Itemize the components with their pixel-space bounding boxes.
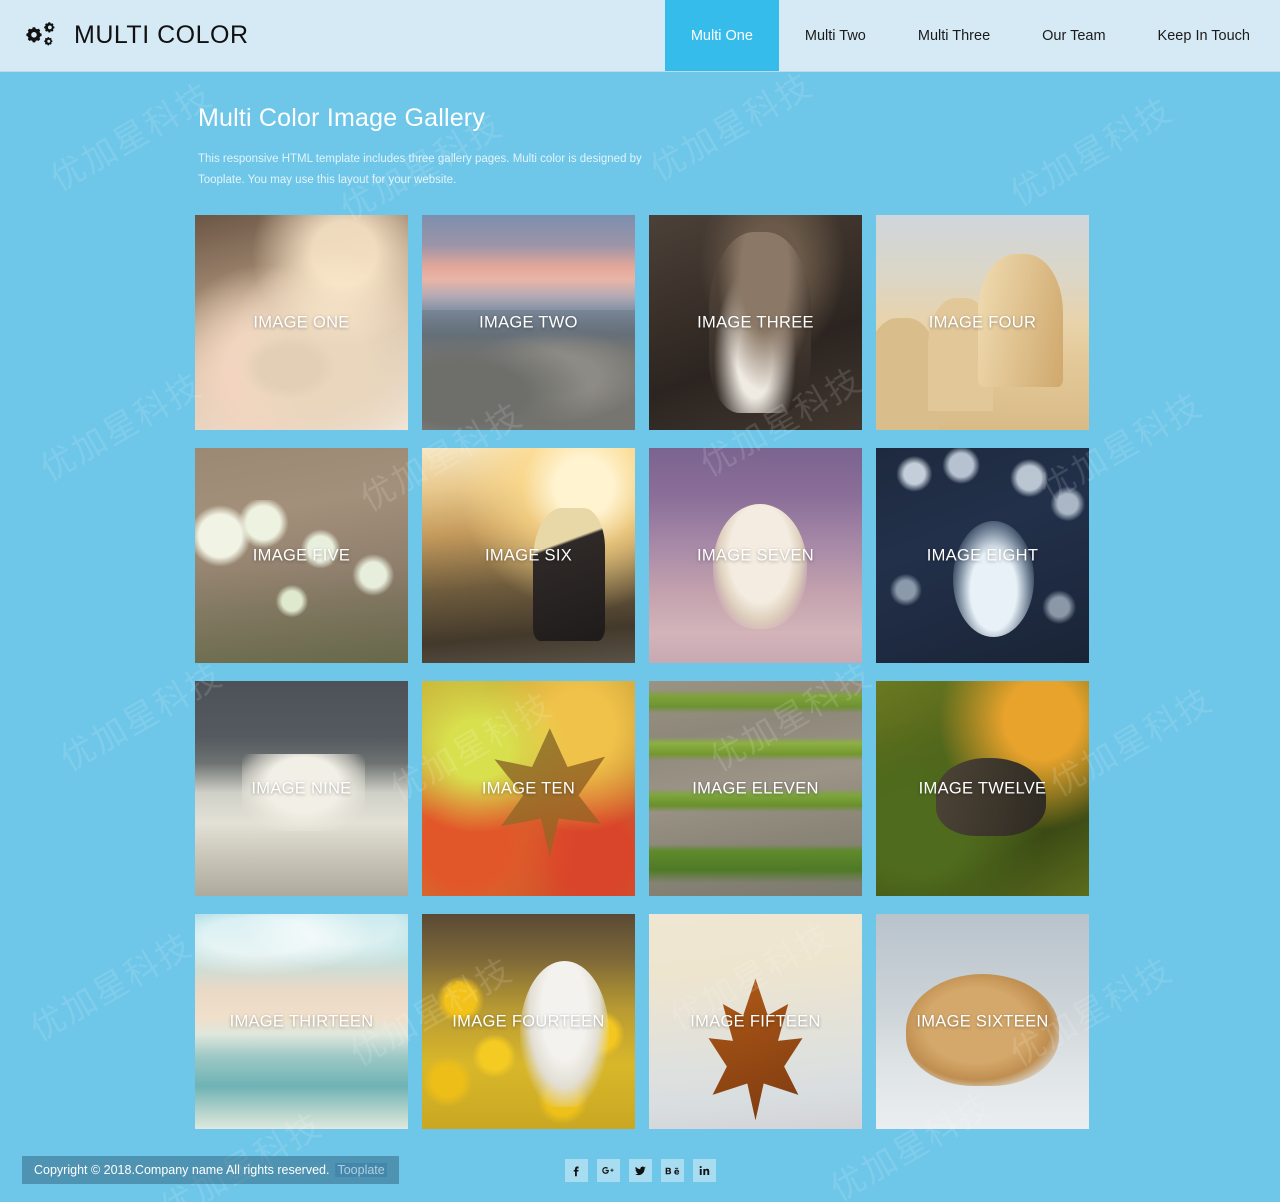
gallery-caption: IMAGE SIX xyxy=(484,546,573,564)
page-title: Multi Color Image Gallery xyxy=(198,104,486,132)
nav-item-keep-in-touch[interactable]: Keep In Touch xyxy=(1132,0,1280,71)
page-description: This responsive HTML template includes t… xyxy=(198,153,642,186)
gallery-caption: IMAGE THIRTEEN xyxy=(229,1012,374,1030)
gallery-caption: IMAGE TWELVE xyxy=(918,779,1047,797)
nav-item-our-team[interactable]: Our Team xyxy=(1016,0,1131,71)
gallery-caption: IMAGE NINE xyxy=(251,779,352,797)
gallery-item-4[interactable]: IMAGE FOUR xyxy=(876,215,1089,430)
brand-title: MULTI COLOR xyxy=(74,21,249,49)
page-root: MULTI COLOR Multi One Multi Two Multi Th… xyxy=(0,0,1280,1202)
gallery-item-3[interactable]: IMAGE THREE xyxy=(649,215,862,430)
gallery-item-6[interactable]: IMAGE SIX xyxy=(422,448,635,663)
gallery-caption: IMAGE FIFTEEN xyxy=(690,1012,821,1030)
gallery-item-2[interactable]: IMAGE TWO xyxy=(422,215,635,430)
copyright-text: Copyright © 2018.Company name All rights… xyxy=(34,1163,330,1177)
gallery-caption: IMAGE FIVE xyxy=(252,546,351,564)
behance-icon[interactable] xyxy=(660,1159,684,1182)
gallery-caption: IMAGE SIXTEEN xyxy=(916,1012,1049,1030)
credit-link[interactable]: Tooplate xyxy=(335,1163,387,1177)
gallery-item-10[interactable]: IMAGE TEN xyxy=(422,681,635,896)
gallery-caption: IMAGE EIGHT xyxy=(926,546,1039,564)
brand-logo[interactable]: MULTI COLOR xyxy=(0,0,249,71)
google-plus-icon[interactable] xyxy=(596,1159,620,1182)
gallery-caption: IMAGE THREE xyxy=(697,313,814,331)
gallery-caption: IMAGE TWO xyxy=(479,313,578,331)
gallery-item-12[interactable]: IMAGE TWELVE xyxy=(876,681,1089,896)
nav-item-multi-two[interactable]: Multi Two xyxy=(779,0,892,71)
linkedin-icon[interactable] xyxy=(692,1159,716,1182)
gallery-item-8[interactable]: IMAGE EIGHT xyxy=(876,448,1089,663)
gallery-item-16[interactable]: IMAGE SIXTEEN xyxy=(876,914,1089,1129)
gallery-caption: IMAGE SEVEN xyxy=(697,546,814,564)
image-gallery: IMAGE ONE IMAGE TWO IMAGE THREE IMAGE FO… xyxy=(190,215,1090,1129)
watermark-text: 优加星科技 xyxy=(33,365,210,490)
gallery-caption: IMAGE TEN xyxy=(481,779,576,797)
gallery-item-5[interactable]: IMAGE FIVE xyxy=(195,448,408,663)
gallery-caption: IMAGE ONE xyxy=(253,313,350,331)
gallery-item-11[interactable]: IMAGE ELEVEN xyxy=(649,681,862,896)
twitter-icon[interactable] xyxy=(628,1159,652,1182)
gallery-item-7[interactable]: IMAGE SEVEN xyxy=(649,448,862,663)
watermark-text: 优加星科技 xyxy=(23,925,200,1050)
facebook-icon[interactable] xyxy=(564,1159,588,1182)
gallery-caption: IMAGE FOUR xyxy=(928,313,1037,331)
gallery-item-9[interactable]: IMAGE NINE xyxy=(195,681,408,896)
gallery-item-14[interactable]: IMAGE FOURTEEN xyxy=(422,914,635,1129)
gallery-item-13[interactable]: IMAGE THIRTEEN xyxy=(195,914,408,1129)
nav-item-multi-one[interactable]: Multi One xyxy=(664,0,779,71)
main-content: Multi Color Image Gallery This responsiv… xyxy=(190,72,1090,1182)
main-navigation: Multi One Multi Two Multi Three Our Team… xyxy=(664,0,1280,71)
gallery-item-1[interactable]: IMAGE ONE xyxy=(195,215,408,430)
gallery-caption: IMAGE FOURTEEN xyxy=(452,1012,605,1030)
gallery-item-15[interactable]: IMAGE FIFTEEN xyxy=(649,914,862,1129)
gallery-caption: IMAGE ELEVEN xyxy=(692,779,819,797)
nav-item-multi-three[interactable]: Multi Three xyxy=(892,0,1016,71)
cogs-icon xyxy=(26,21,60,51)
copyright-bar: Copyright © 2018.Company name All rights… xyxy=(22,1156,399,1184)
site-header: MULTI COLOR Multi One Multi Two Multi Th… xyxy=(0,0,1280,72)
